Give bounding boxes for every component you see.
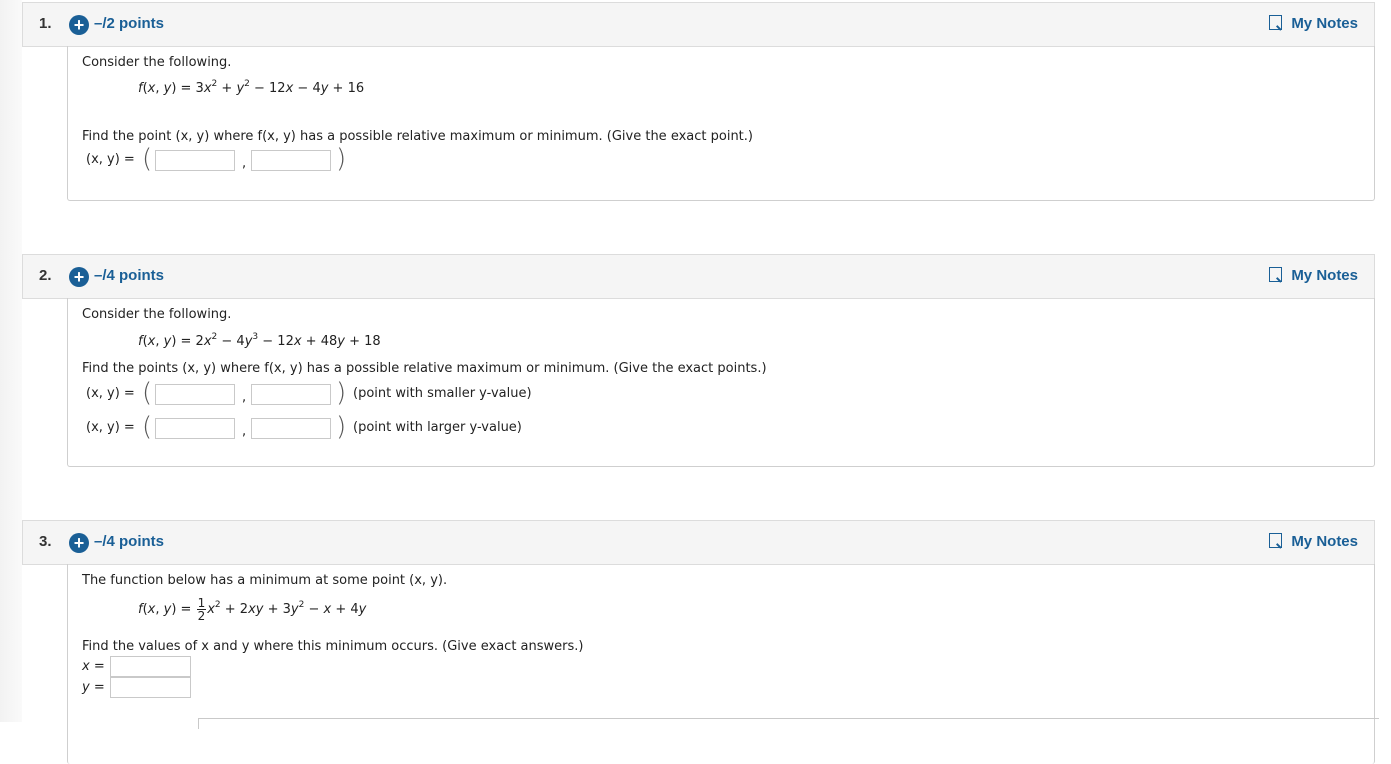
- answer-label: (x, y) =: [86, 420, 135, 435]
- close-paren: ): [336, 412, 347, 442]
- notes-icon: [1269, 533, 1283, 548]
- x-coordinate-input[interactable]: [155, 150, 235, 171]
- question-number: 2.: [39, 267, 52, 284]
- answer-label: (x, y) =: [86, 152, 135, 167]
- comma: ,: [242, 424, 247, 439]
- intro-text: Consider the following.: [82, 307, 232, 322]
- prompt-text: Find the point (x, y) where f(x, y) has …: [82, 129, 753, 144]
- fraction: 12: [196, 596, 207, 623]
- notes-icon: [1269, 267, 1283, 282]
- next-section-box: [198, 718, 1379, 729]
- points-label: –/4 points: [94, 533, 165, 550]
- open-paren: (: [142, 144, 153, 174]
- prompt-text: Find the points (x, y) where f(x, y) has…: [82, 361, 767, 376]
- page-left-margin: [0, 0, 22, 722]
- question-body: Consider the following. f(x, y) = 3x2 + …: [67, 46, 1375, 201]
- notes-icon: [1269, 15, 1283, 30]
- x-value-input[interactable]: [110, 656, 191, 677]
- x-coordinate-input-larger[interactable]: [155, 418, 235, 439]
- prompt-text: Find the values of x and y where this mi…: [82, 639, 584, 654]
- expand-plus-icon[interactable]: +: [69, 533, 89, 553]
- x-coordinate-input-smaller[interactable]: [155, 384, 235, 405]
- my-notes-label: My Notes: [1291, 533, 1358, 550]
- y-coordinate-input-smaller[interactable]: [251, 384, 331, 405]
- question-header: 1. + –/2 points My Notes: [22, 2, 1375, 47]
- question-number: 3.: [39, 533, 52, 550]
- answer-label: (x, y) =: [86, 386, 135, 401]
- y-coordinate-input[interactable]: [251, 150, 331, 171]
- comma: ,: [242, 390, 247, 405]
- question-body: The function below has a minimum at some…: [67, 564, 1379, 764]
- points-label: –/4 points: [94, 267, 165, 284]
- question-header: 3. + –/4 points My Notes: [22, 520, 1375, 565]
- question-header: 2. + –/4 points My Notes: [22, 254, 1375, 299]
- my-notes-label: My Notes: [1291, 15, 1358, 32]
- y-label: y =: [82, 680, 105, 695]
- expand-plus-icon[interactable]: +: [69, 267, 89, 287]
- question-number: 1.: [39, 15, 52, 32]
- answer-note: (point with larger y-value): [353, 420, 522, 435]
- my-notes-button[interactable]: My Notes: [1269, 267, 1358, 284]
- function-formula: f(x, y) = 2x2 − 4y3 − 12x + 48y + 18: [138, 332, 381, 350]
- my-notes-label: My Notes: [1291, 267, 1358, 284]
- my-notes-button[interactable]: My Notes: [1269, 533, 1358, 550]
- intro-text: The function below has a minimum at some…: [82, 573, 448, 588]
- answer-note: (point with smaller y-value): [353, 386, 532, 401]
- x-label: x =: [82, 659, 105, 674]
- function-formula: f(x, y) = 1 2 x2 + 2xy + 3y2 − x + 4y: [138, 596, 367, 623]
- function-formula: f(x, y) = 3x2 + y2 − 12x − 4y + 16: [138, 79, 365, 97]
- close-paren: ): [336, 144, 347, 174]
- open-paren: (: [142, 412, 153, 442]
- expand-plus-icon[interactable]: +: [69, 15, 89, 35]
- open-paren: (: [142, 378, 153, 408]
- comma: ,: [242, 156, 247, 171]
- y-value-input[interactable]: [110, 677, 191, 698]
- close-paren: ): [336, 378, 347, 408]
- intro-text: Consider the following.: [82, 55, 232, 70]
- points-label: –/2 points: [94, 15, 165, 32]
- y-coordinate-input-larger[interactable]: [251, 418, 331, 439]
- my-notes-button[interactable]: My Notes: [1269, 15, 1358, 32]
- question-body: Consider the following. f(x, y) = 2x2 − …: [67, 298, 1375, 467]
